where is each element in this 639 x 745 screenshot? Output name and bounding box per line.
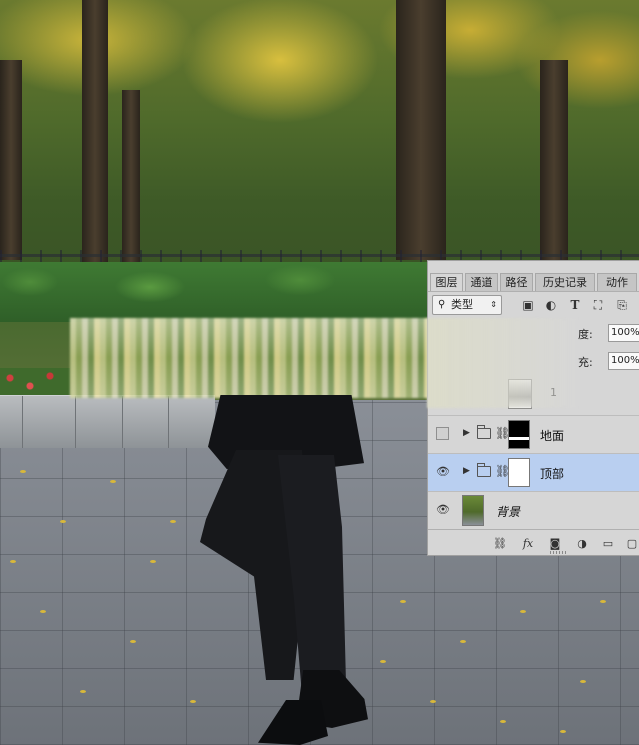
visibility-toggle-off[interactable] xyxy=(436,427,449,440)
tab-layers[interactable]: 图层 xyxy=(430,273,463,291)
blurred-strip xyxy=(70,318,430,398)
layer-mask-thumbnail xyxy=(508,458,530,487)
link-layers-icon[interactable]: ⛓ xyxy=(492,536,508,552)
fill-label: 充: xyxy=(578,356,593,369)
layer-name: 地面 xyxy=(540,429,565,443)
layer-row-background[interactable]: 👁 背景 xyxy=(428,491,639,529)
tree-trunk xyxy=(82,0,108,270)
filter-label: 类型 xyxy=(451,298,473,311)
panel-tabs: 图层 通道 路径 历史记录 动作 xyxy=(428,261,639,291)
flower-bed xyxy=(0,368,70,398)
stone-curb xyxy=(0,395,215,448)
add-mask-icon[interactable]: ◙ xyxy=(547,536,563,552)
layer-filter-toolbar: ⚲ 类型 ⇕ ▣ ◐ T ⛶ ⎘ xyxy=(428,291,639,320)
layer-name: 顶部 xyxy=(540,467,565,481)
blurred-strip-overlay xyxy=(427,318,577,408)
new-layer-icon[interactable]: ▢ xyxy=(624,536,639,552)
chevron-updown-icon: ⇕ xyxy=(490,300,497,309)
fx-icon[interactable]: fx xyxy=(520,536,536,552)
text-filter-icon[interactable]: T xyxy=(567,297,583,313)
new-group-icon[interactable]: ▭ xyxy=(600,536,616,552)
layer-name: 背景 xyxy=(496,505,521,519)
shape-filter-icon[interactable]: ⛶ xyxy=(590,297,606,313)
layer-row-top[interactable]: 👁 ▶ ⛓ 顶部 xyxy=(428,453,639,491)
folder-icon xyxy=(477,463,491,477)
smart-object-filter-icon[interactable]: ⎘ xyxy=(614,297,630,313)
tab-actions[interactable]: 动作 xyxy=(597,273,637,291)
tree-trunk xyxy=(122,90,140,270)
search-icon: ⚲ xyxy=(438,299,446,310)
tab-paths[interactable]: 路径 xyxy=(500,273,533,291)
layer-thumbnail xyxy=(462,495,484,526)
layer-row-ground[interactable]: ▶ ⛓ 地面 xyxy=(428,415,639,453)
resize-grip[interactable] xyxy=(550,551,568,554)
layers-panel: 图层 通道 路径 历史记录 动作 ⚲ 类型 ⇕ ▣ ◐ T ⛶ ⎘ 度: 100… xyxy=(427,260,639,556)
tree-trunk xyxy=(0,60,22,260)
layer-mask-thumbnail xyxy=(508,420,530,449)
eye-icon[interactable]: 👁 xyxy=(436,465,450,478)
tree-trunk xyxy=(540,60,568,260)
layer-filter-select[interactable]: ⚲ 类型 ⇕ xyxy=(432,295,502,315)
tab-channels[interactable]: 通道 xyxy=(465,273,498,291)
adjustment-filter-icon[interactable]: ◐ xyxy=(543,297,559,313)
opacity-input[interactable]: 100% xyxy=(608,324,639,342)
expand-arrow-icon[interactable]: ▶ xyxy=(463,466,470,476)
image-filter-icon[interactable]: ▣ xyxy=(520,297,536,313)
folder-icon xyxy=(477,425,491,439)
opacity-label: 度: xyxy=(578,328,593,341)
tree-trunk xyxy=(396,0,446,260)
adjustment-layer-icon[interactable]: ◑ xyxy=(574,536,590,552)
fill-input[interactable]: 100% xyxy=(608,352,639,370)
eye-icon[interactable]: 👁 xyxy=(436,503,450,516)
tab-history[interactable]: 历史记录 xyxy=(535,273,595,291)
expand-arrow-icon[interactable]: ▶ xyxy=(463,428,470,438)
layers-bottom-bar: ⛓ fx ◙ ◑ ▭ ▢ xyxy=(428,529,639,558)
